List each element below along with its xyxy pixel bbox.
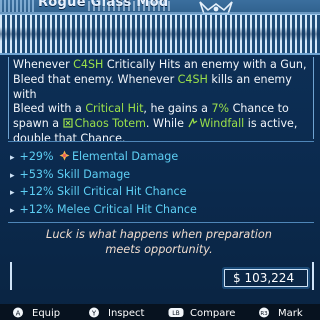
stat-row: ▸ +12% Melee Critical Hit Chance xyxy=(10,202,197,216)
keyword-chaos-totem: Chaos Totem xyxy=(62,117,146,130)
gamepad-button-y-icon: Y xyxy=(89,307,99,318)
description-line: Bleed that enemy. Whenever C4SH kills an… xyxy=(13,72,292,101)
keyword-c4sh: C4SH xyxy=(177,72,208,86)
gamepad-button-a-icon: A xyxy=(13,307,23,318)
stat-list: ▸ +29% Elemental Damage ▸ +53% Skill Damag… xyxy=(10,148,310,218)
bullet-icon: ▸ xyxy=(10,205,15,216)
header-ornament xyxy=(88,1,172,11)
mark-action[interactable]: R3 Mark xyxy=(256,307,303,320)
equip-action[interactable]: A Equip xyxy=(10,307,60,320)
description-line: Bleed with a Critical Hit, he gains a 7%… xyxy=(13,102,289,116)
description-line: spawn a Chaos Totem. While Windfall is a… xyxy=(13,117,298,131)
svg-text:Y: Y xyxy=(91,310,97,318)
inspect-action[interactable]: Y Inspect xyxy=(86,307,144,320)
item-card: Rogue Glass Mod Whenever C4SH Critically… xyxy=(0,0,320,320)
stat-row: ▸ +29% Elemental Damage xyxy=(10,150,179,163)
bullet-icon: ▸ xyxy=(10,153,15,163)
compare-action[interactable]: LB Compare xyxy=(168,307,235,320)
section-divider xyxy=(8,141,314,142)
header-ornament xyxy=(0,0,36,12)
svg-text:R3: R3 xyxy=(260,311,268,317)
price-box: $ 103,224 xyxy=(224,269,308,287)
elemental-icon xyxy=(59,150,70,161)
description-line: double that Chance. xyxy=(13,131,126,145)
keyword-c4sh: C4SH xyxy=(73,58,104,71)
item-description: Whenever C4SH Critically Hits an enemy w… xyxy=(8,57,314,145)
stat-row: ▸ +53% Skill Damage xyxy=(10,167,131,181)
gamepad-button-lb-icon: LB xyxy=(168,308,184,317)
keyword-windfall: Windfall xyxy=(187,117,244,130)
stat-row: ▸ +12% Skill Critical Hit Chance xyxy=(10,185,187,198)
chaos-totem-icon xyxy=(62,118,73,128)
bullet-icon: ▸ xyxy=(10,188,15,198)
svg-text:LB: LB xyxy=(172,310,179,317)
frame-tick xyxy=(312,262,314,290)
svg-text:A: A xyxy=(16,310,21,318)
flavor-text: Luck is what happens when preparation me… xyxy=(46,228,272,256)
bullet-icon: ▸ xyxy=(10,170,15,181)
windfall-icon xyxy=(187,118,197,128)
rarity-banner xyxy=(0,14,320,55)
gamepad-button-r3-icon: R3 xyxy=(259,307,269,318)
action-bar: A Equip Y Inspect LB Compare R3 Mark xyxy=(0,304,320,320)
keyword-critical-hit: Critical Hit xyxy=(85,102,144,116)
frame-tick xyxy=(10,262,12,290)
description-line: Whenever C4SH Critically Hits an enemy w… xyxy=(13,58,307,71)
keyword-chance: 7% xyxy=(211,102,230,116)
section-divider xyxy=(8,222,314,223)
item-price: $ 103,224 xyxy=(233,271,295,285)
